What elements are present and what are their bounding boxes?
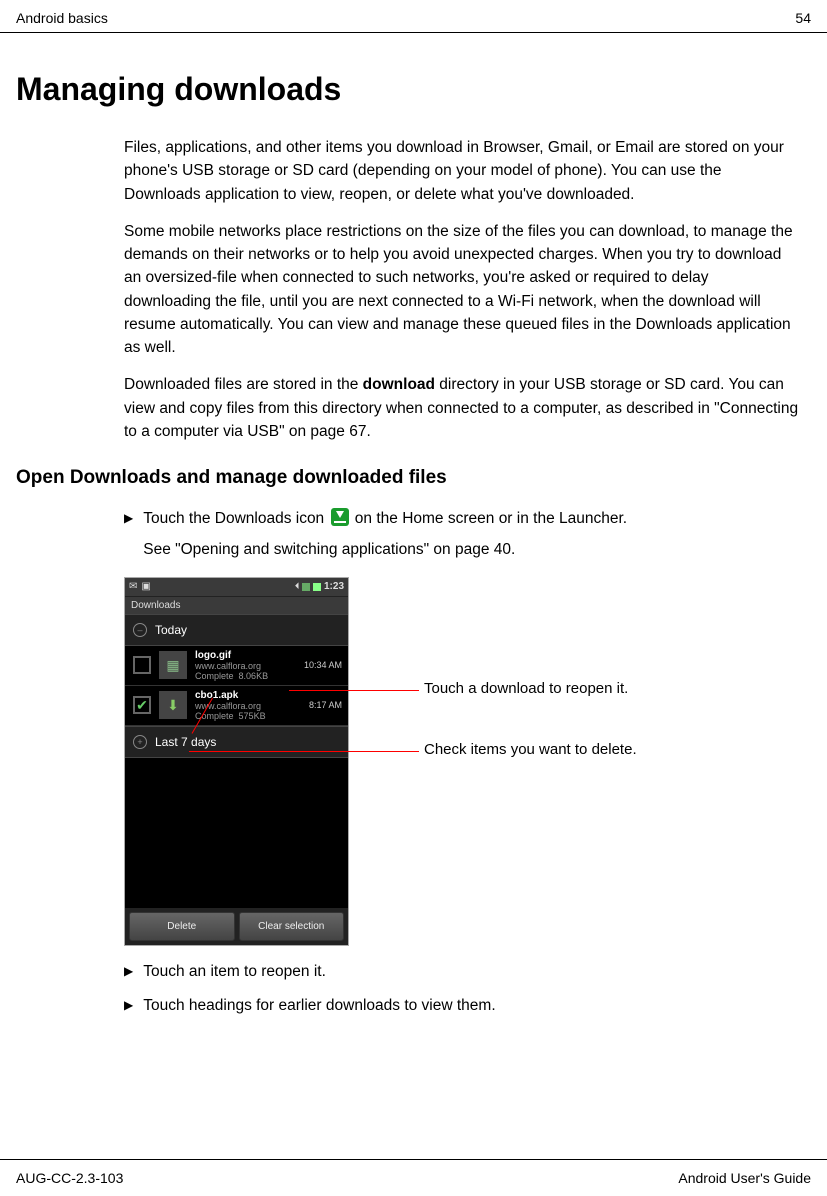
intro-para-1: Files, applications, and other items you… [124, 136, 799, 206]
file-size: 8.06KB [239, 671, 269, 681]
status-bar: ✉ ▣ 🞀 1:23 [125, 578, 348, 596]
para3-bold: download [363, 376, 435, 393]
intro-para-3: Downloaded files are stored in the downl… [124, 373, 799, 443]
clear-selection-button[interactable]: Clear selection [239, 912, 345, 941]
step-3: ▶ Touch headings for earlier downloads t… [124, 994, 799, 1019]
step1-pre: Touch the Downloads icon [143, 510, 328, 527]
battery-icon [313, 583, 321, 591]
download-item[interactable]: ✔ ⬇ cbo1.apk www.calflora.org Complete 5… [125, 686, 348, 726]
content-area: Managing downloads Files, applications, … [0, 33, 827, 1019]
download-item[interactable]: ▦ logo.gif www.calflora.org Complete 8.0… [125, 646, 348, 686]
page-header: Android basics 54 [0, 0, 827, 33]
item-checkbox[interactable] [133, 656, 151, 674]
screenshot-figure: ✉ ▣ 🞀 1:23 Downloads – Today [124, 577, 799, 946]
step-bullet-icon: ▶ [124, 507, 133, 530]
status-clock: 1:23 [324, 581, 344, 592]
file-size: 575KB [239, 711, 266, 721]
file-time: 8:17 AM [309, 700, 342, 710]
delete-button[interactable]: Delete [129, 912, 235, 941]
app-title: Downloads [125, 596, 348, 614]
file-source: www.calflora.org [195, 661, 300, 671]
page-title: Managing downloads [16, 71, 811, 108]
header-section: Android basics [16, 10, 108, 26]
status-icon: ▣ [141, 581, 150, 592]
expand-icon: + [133, 735, 147, 749]
step1-post: on the Home screen or in the Launcher. [351, 510, 628, 527]
item-checkbox-checked[interactable]: ✔ [133, 696, 151, 714]
file-source: www.calflora.org [195, 701, 305, 711]
step2-text: Touch an item to reopen it. [143, 960, 799, 985]
group-label-today: Today [155, 623, 187, 637]
intro-para-2: Some mobile networks place restrictions … [124, 220, 799, 360]
callout-text-1: Touch a download to reopen it. [424, 680, 628, 697]
group-header-today[interactable]: – Today [125, 614, 348, 646]
collapse-icon: – [133, 623, 147, 637]
footer-right: Android User's Guide [678, 1170, 811, 1186]
section-subtitle: Open Downloads and manage downloaded fil… [16, 467, 811, 489]
callout-line-1 [289, 690, 419, 691]
downloads-app-icon [331, 508, 349, 526]
footer-left: AUG-CC-2.3-103 [16, 1170, 123, 1186]
status-icon: ✉ [129, 581, 137, 592]
step1-see: See "Opening and switching applications"… [143, 538, 799, 563]
step-bullet-icon: ▶ [124, 960, 133, 983]
callout-text-2: Check items you want to delete. [424, 741, 637, 758]
group-header-last7[interactable]: + Last 7 days [125, 726, 348, 758]
status-icon: 🞀 [295, 581, 299, 592]
page-footer: AUG-CC-2.3-103 Android User's Guide [0, 1159, 827, 1186]
file-status: Complete [195, 671, 234, 681]
step-2: ▶ Touch an item to reopen it. [124, 960, 799, 985]
signal-icon [302, 583, 310, 591]
button-bar: Delete Clear selection [125, 908, 348, 945]
step-1: ▶ Touch the Downloads icon on the Home s… [124, 507, 799, 563]
file-time: 10:34 AM [304, 660, 342, 670]
file-thumbnail: ▦ [159, 651, 187, 679]
callout-line-2 [189, 751, 419, 752]
step3-text: Touch headings for earlier downloads to … [143, 994, 799, 1019]
phone-screenshot: ✉ ▣ 🞀 1:23 Downloads – Today [124, 577, 349, 946]
para3-pre: Downloaded files are stored in the [124, 376, 363, 393]
step-bullet-icon: ▶ [124, 994, 133, 1017]
group-label-last7: Last 7 days [155, 735, 216, 749]
file-name: logo.gif [195, 650, 300, 661]
header-page-number: 54 [795, 10, 811, 26]
empty-area [125, 758, 348, 908]
file-thumbnail: ⬇ [159, 691, 187, 719]
